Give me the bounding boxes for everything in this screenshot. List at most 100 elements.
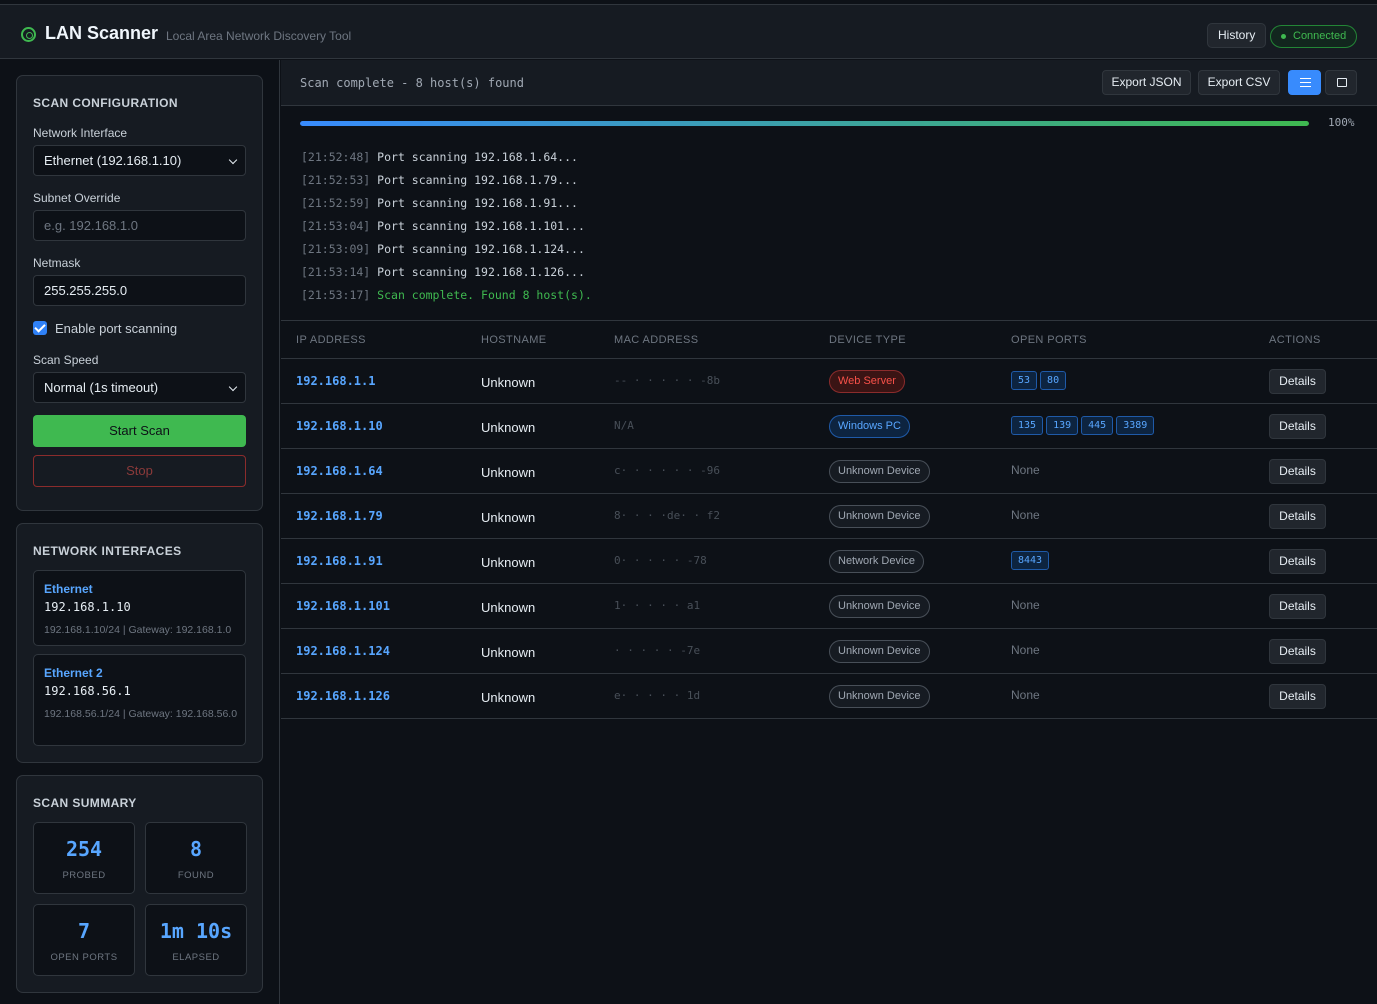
log-message: Port scanning 192.168.1.91...	[370, 196, 578, 210]
device-type-badge: Unknown Device	[829, 640, 930, 663]
log-message: Port scanning 192.168.1.79...	[370, 173, 578, 187]
stat-value: 1m 10s	[159, 919, 233, 943]
table-row[interactable]: 192.168.1.1 Unknown -- · · · · · -8b Web Se…	[281, 359, 1377, 404]
export-csv-button[interactable]: Export CSV	[1198, 70, 1280, 95]
ip-address-link[interactable]: 192.168.1.10	[296, 419, 383, 433]
hostname: Unknown	[481, 690, 536, 705]
ip-address-link[interactable]: 192.168.1.1	[296, 374, 375, 388]
ip-address-link[interactable]: 192.168.1.101	[296, 599, 390, 613]
details-button[interactable]: Details	[1269, 369, 1326, 394]
details-button[interactable]: Details	[1269, 504, 1326, 529]
table-row[interactable]: 192.168.1.124 Unknown · · · · · -7e Unknown…	[281, 629, 1377, 674]
network-interface-select[interactable]: Ethernet (192.168.1.10)	[33, 145, 246, 176]
hostname: Unknown	[481, 555, 536, 570]
stop-button[interactable]: Stop	[33, 455, 246, 487]
ip-address-link[interactable]: 192.168.1.91	[296, 554, 383, 568]
table-row[interactable]: 192.168.1.79 Unknown 8· · · ·de· · f2 Unkno…	[281, 494, 1377, 539]
no-ports-label: None	[1011, 463, 1040, 477]
app-subtitle: Local Area Network Discovery Tool	[166, 29, 352, 43]
port-scanning-checkbox[interactable]	[33, 321, 47, 335]
log-line: [21:52:53] Port scanning 192.168.1.79...	[301, 173, 578, 187]
app-title: LAN Scanner	[45, 23, 159, 43]
table-row[interactable]: 192.168.1.91 Unknown 0· · · · · -78 Network…	[281, 539, 1377, 584]
port-badge: 445	[1081, 416, 1114, 435]
ip-address-link[interactable]: 192.168.1.124	[296, 644, 390, 658]
interface-card[interactable]: Ethernet 2 192.168.56.1 192.168.56.1/24 …	[33, 654, 246, 746]
grid-view-button[interactable]	[1325, 70, 1357, 95]
network-interface-label: Network Interface	[33, 126, 128, 140]
stat-found: 8 FOUND	[145, 822, 247, 894]
hostname: Unknown	[481, 510, 536, 525]
progress-percent: 100%	[1328, 116, 1355, 129]
interface-name: Ethernet 2	[44, 666, 103, 680]
ip-address-link[interactable]: 192.168.1.64	[296, 464, 383, 478]
column-header: DEVICE TYPE	[829, 334, 906, 346]
log-timestamp: [21:53:04]	[301, 219, 371, 233]
interface-card[interactable]: Ethernet 192.168.1.10 192.168.1.10/24 | …	[33, 570, 246, 646]
mac-address: · · · · · -7e	[614, 644, 701, 657]
scan-configuration-panel: SCAN CONFIGURATION Network Interface Eth…	[16, 75, 263, 511]
stat-value: 7	[77, 919, 91, 943]
log-timestamp: [21:52:59]	[301, 196, 371, 210]
details-button[interactable]: Details	[1269, 594, 1326, 619]
interface-detail: 192.168.56.1/24 | Gateway: 192.168.56.0	[44, 708, 238, 720]
log-message: Port scanning 192.168.1.101...	[370, 219, 585, 233]
start-scan-button[interactable]: Start Scan	[33, 415, 246, 447]
table-row[interactable]: 192.168.1.64 Unknown c· · · · · · -96 Unkno…	[281, 449, 1377, 494]
interface-ip: 192.168.56.1	[44, 684, 131, 698]
progress-fill	[300, 121, 1309, 126]
interface-detail: 192.168.1.10/24 | Gateway: 192.168.1.0	[44, 624, 232, 636]
list-view-button[interactable]	[1288, 70, 1321, 95]
interface-ip: 192.168.1.10	[44, 600, 131, 614]
stat-probed: 254 PROBED	[33, 822, 135, 894]
subnet-override-label: Subnet Override	[33, 191, 121, 205]
scan-speed-value: Normal (1s timeout)	[44, 380, 159, 395]
details-button[interactable]: Details	[1269, 459, 1326, 484]
ip-address-link[interactable]: 192.168.1.126	[296, 689, 390, 703]
interface-name: Ethernet	[44, 582, 93, 596]
port-badge: 53	[1011, 371, 1038, 390]
table-row[interactable]: 192.168.1.10 Unknown N/A Windows PC 135 139 44…	[281, 404, 1377, 449]
top-bar: LAN Scanner Local Area Network Discovery…	[0, 4, 1377, 59]
progress-bar	[300, 121, 1309, 126]
subnet-override-input[interactable]: e.g. 192.168.1.0	[33, 210, 246, 241]
port-scanning-label[interactable]: Enable port scanning	[55, 321, 177, 336]
mac-address: N/A	[614, 419, 634, 432]
details-button[interactable]: Details	[1269, 549, 1326, 574]
table-row[interactable]: 192.168.1.126 Unknown e· · · · · 1d Unknown…	[281, 674, 1377, 719]
log-line: [21:53:14] Port scanning 192.168.1.126..…	[301, 265, 585, 279]
scan-speed-select[interactable]: Normal (1s timeout)	[33, 372, 246, 403]
panel-title: SCAN CONFIGURATION	[33, 96, 178, 110]
history-button[interactable]: History	[1207, 23, 1267, 48]
netmask-input[interactable]: 255.255.255.0	[33, 275, 246, 306]
open-ports: 135 139 445 3389	[1011, 415, 1157, 435]
details-button[interactable]: Details	[1269, 684, 1326, 709]
export-json-button[interactable]: Export JSON	[1102, 70, 1191, 95]
radar-icon	[21, 27, 36, 42]
main-content: Scan complete - 8 host(s) found Export J…	[281, 60, 1377, 1004]
mac-address: 8· · · ·de· · f2	[614, 509, 720, 522]
ip-address-link[interactable]: 192.168.1.79	[296, 509, 383, 523]
log-message: Port scanning 192.168.1.64...	[370, 150, 578, 164]
log-line: [21:53:09] Port scanning 192.168.1.124..…	[301, 242, 585, 256]
log-timestamp: [21:53:17]	[301, 288, 371, 302]
log-timestamp: [21:53:14]	[301, 265, 371, 279]
netmask-label: Netmask	[33, 256, 81, 270]
port-badge: 8443	[1011, 551, 1050, 570]
device-type-badge: Unknown Device	[829, 685, 930, 708]
no-ports-label: None	[1011, 598, 1040, 612]
table-row[interactable]: 192.168.1.101 Unknown 1· · · · · a1 Unknown…	[281, 584, 1377, 629]
device-type-badge: Web Server	[829, 370, 905, 393]
hostname: Unknown	[481, 375, 536, 390]
network-interfaces-panel: NETWORK INTERFACES Ethernet 192.168.1.10…	[16, 523, 263, 763]
details-button[interactable]: Details	[1269, 414, 1326, 439]
square-icon	[1337, 78, 1347, 87]
stat-elapsed: 1m 10s ELAPSED	[145, 904, 247, 976]
chevron-down-icon	[228, 155, 238, 165]
details-button[interactable]: Details	[1269, 639, 1326, 664]
network-interface-value: Ethernet (192.168.1.10)	[44, 153, 182, 168]
scan-status-text: Scan complete - 8 host(s) found	[300, 76, 524, 90]
device-type-badge: Unknown Device	[829, 505, 930, 528]
column-header: OPEN PORTS	[1011, 334, 1087, 346]
log-message: Port scanning 192.168.1.124...	[370, 242, 585, 256]
